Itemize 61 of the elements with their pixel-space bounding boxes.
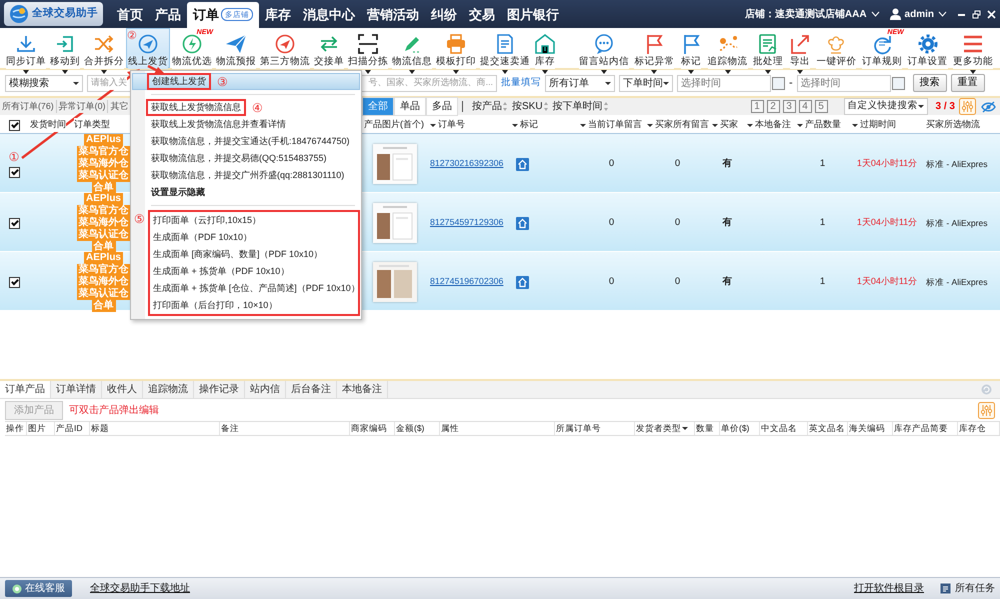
column-header: 商家编码 xyxy=(351,422,387,435)
column-header: 产品ID xyxy=(56,422,82,435)
logistics-text: 标准 - AliExpres xyxy=(926,158,988,170)
message-count: 0 xyxy=(674,216,680,230)
annotation-number: ③ xyxy=(217,74,228,90)
order-tag: 菜鸟海外仓 xyxy=(76,276,130,288)
column-header: 发货者类型 xyxy=(636,422,681,435)
column-header: 图片 xyxy=(28,422,46,435)
order-tag: 合单 xyxy=(92,241,116,253)
message-count: 0 xyxy=(608,274,614,289)
column-header: 库存产品简要 xyxy=(894,422,948,435)
column-header: 所属订单号 xyxy=(556,422,601,435)
expiry-time: 1天04小时11分 xyxy=(856,216,918,230)
expiry-time: 1天04小时11分 xyxy=(856,275,918,288)
column-header: 数量 xyxy=(696,422,714,435)
column-header: 海关编码 xyxy=(849,422,885,435)
order-tag: 菜鸟认证仓 xyxy=(76,229,130,241)
order-tag: AEPlus xyxy=(84,134,123,146)
column-header: 英文品名 xyxy=(809,422,845,435)
annotation-number: ② xyxy=(127,30,137,42)
app-title: 全球交易助手 xyxy=(32,6,98,22)
date-separator: - xyxy=(789,76,793,91)
column-header: 单价($) xyxy=(721,422,750,435)
quantity-text: 1 xyxy=(820,274,826,289)
page-count: 3 / 3 xyxy=(936,100,955,114)
message-count: 0 xyxy=(608,156,614,171)
order-tag: 菜鸟海外仓 xyxy=(76,217,130,229)
order-tag: 菜鸟认证仓 xyxy=(76,288,130,300)
message-count: 0 xyxy=(674,274,680,289)
annotation-number: ⑤ xyxy=(134,211,145,228)
quantity-text: 1 xyxy=(820,156,826,171)
column-header: 发货时间 xyxy=(30,118,66,132)
quantity-text: 1 xyxy=(820,216,826,230)
column-header: 操作 xyxy=(6,422,24,435)
column-header: 标题 xyxy=(91,422,109,435)
order-tag: AEPlus xyxy=(84,252,123,264)
column-header: 属性 xyxy=(441,422,459,435)
order-tag: 菜鸟官方仓 xyxy=(76,205,130,217)
column-header: 备注 xyxy=(221,422,239,435)
order-tag: 合单 xyxy=(92,182,116,194)
annotation-number: ① xyxy=(8,150,20,162)
logistics-text: 标准 - AliExpres xyxy=(926,276,988,288)
edit-hint: 可双击产品弹出编辑 xyxy=(69,404,159,418)
message-count: 0 xyxy=(674,156,680,171)
column-header: 产品图片(首个) xyxy=(364,118,424,132)
order-tag: 菜鸟认证仓 xyxy=(76,170,130,182)
buyer-text: 有 xyxy=(722,274,732,289)
buyer-text: 有 xyxy=(722,216,732,230)
order-tag: 合单 xyxy=(92,300,116,312)
order-tag: AEPlus xyxy=(84,193,123,205)
logistics-text: 标准 - AliExpres xyxy=(926,216,988,230)
message-count: 0 xyxy=(608,216,614,230)
order-tag: 菜鸟官方仓 xyxy=(76,264,130,276)
column-header: 中文品名 xyxy=(761,422,797,435)
buyer-text: 有 xyxy=(722,156,732,171)
order-tag: 菜鸟海外仓 xyxy=(76,158,130,170)
column-header: 金额($) xyxy=(396,422,424,435)
annotation-number: ④ xyxy=(252,100,263,116)
order-tag: 菜鸟官方仓 xyxy=(76,146,130,158)
column-header: 库存仓 xyxy=(959,422,986,435)
expiry-time: 1天04小时11分 xyxy=(856,157,918,170)
